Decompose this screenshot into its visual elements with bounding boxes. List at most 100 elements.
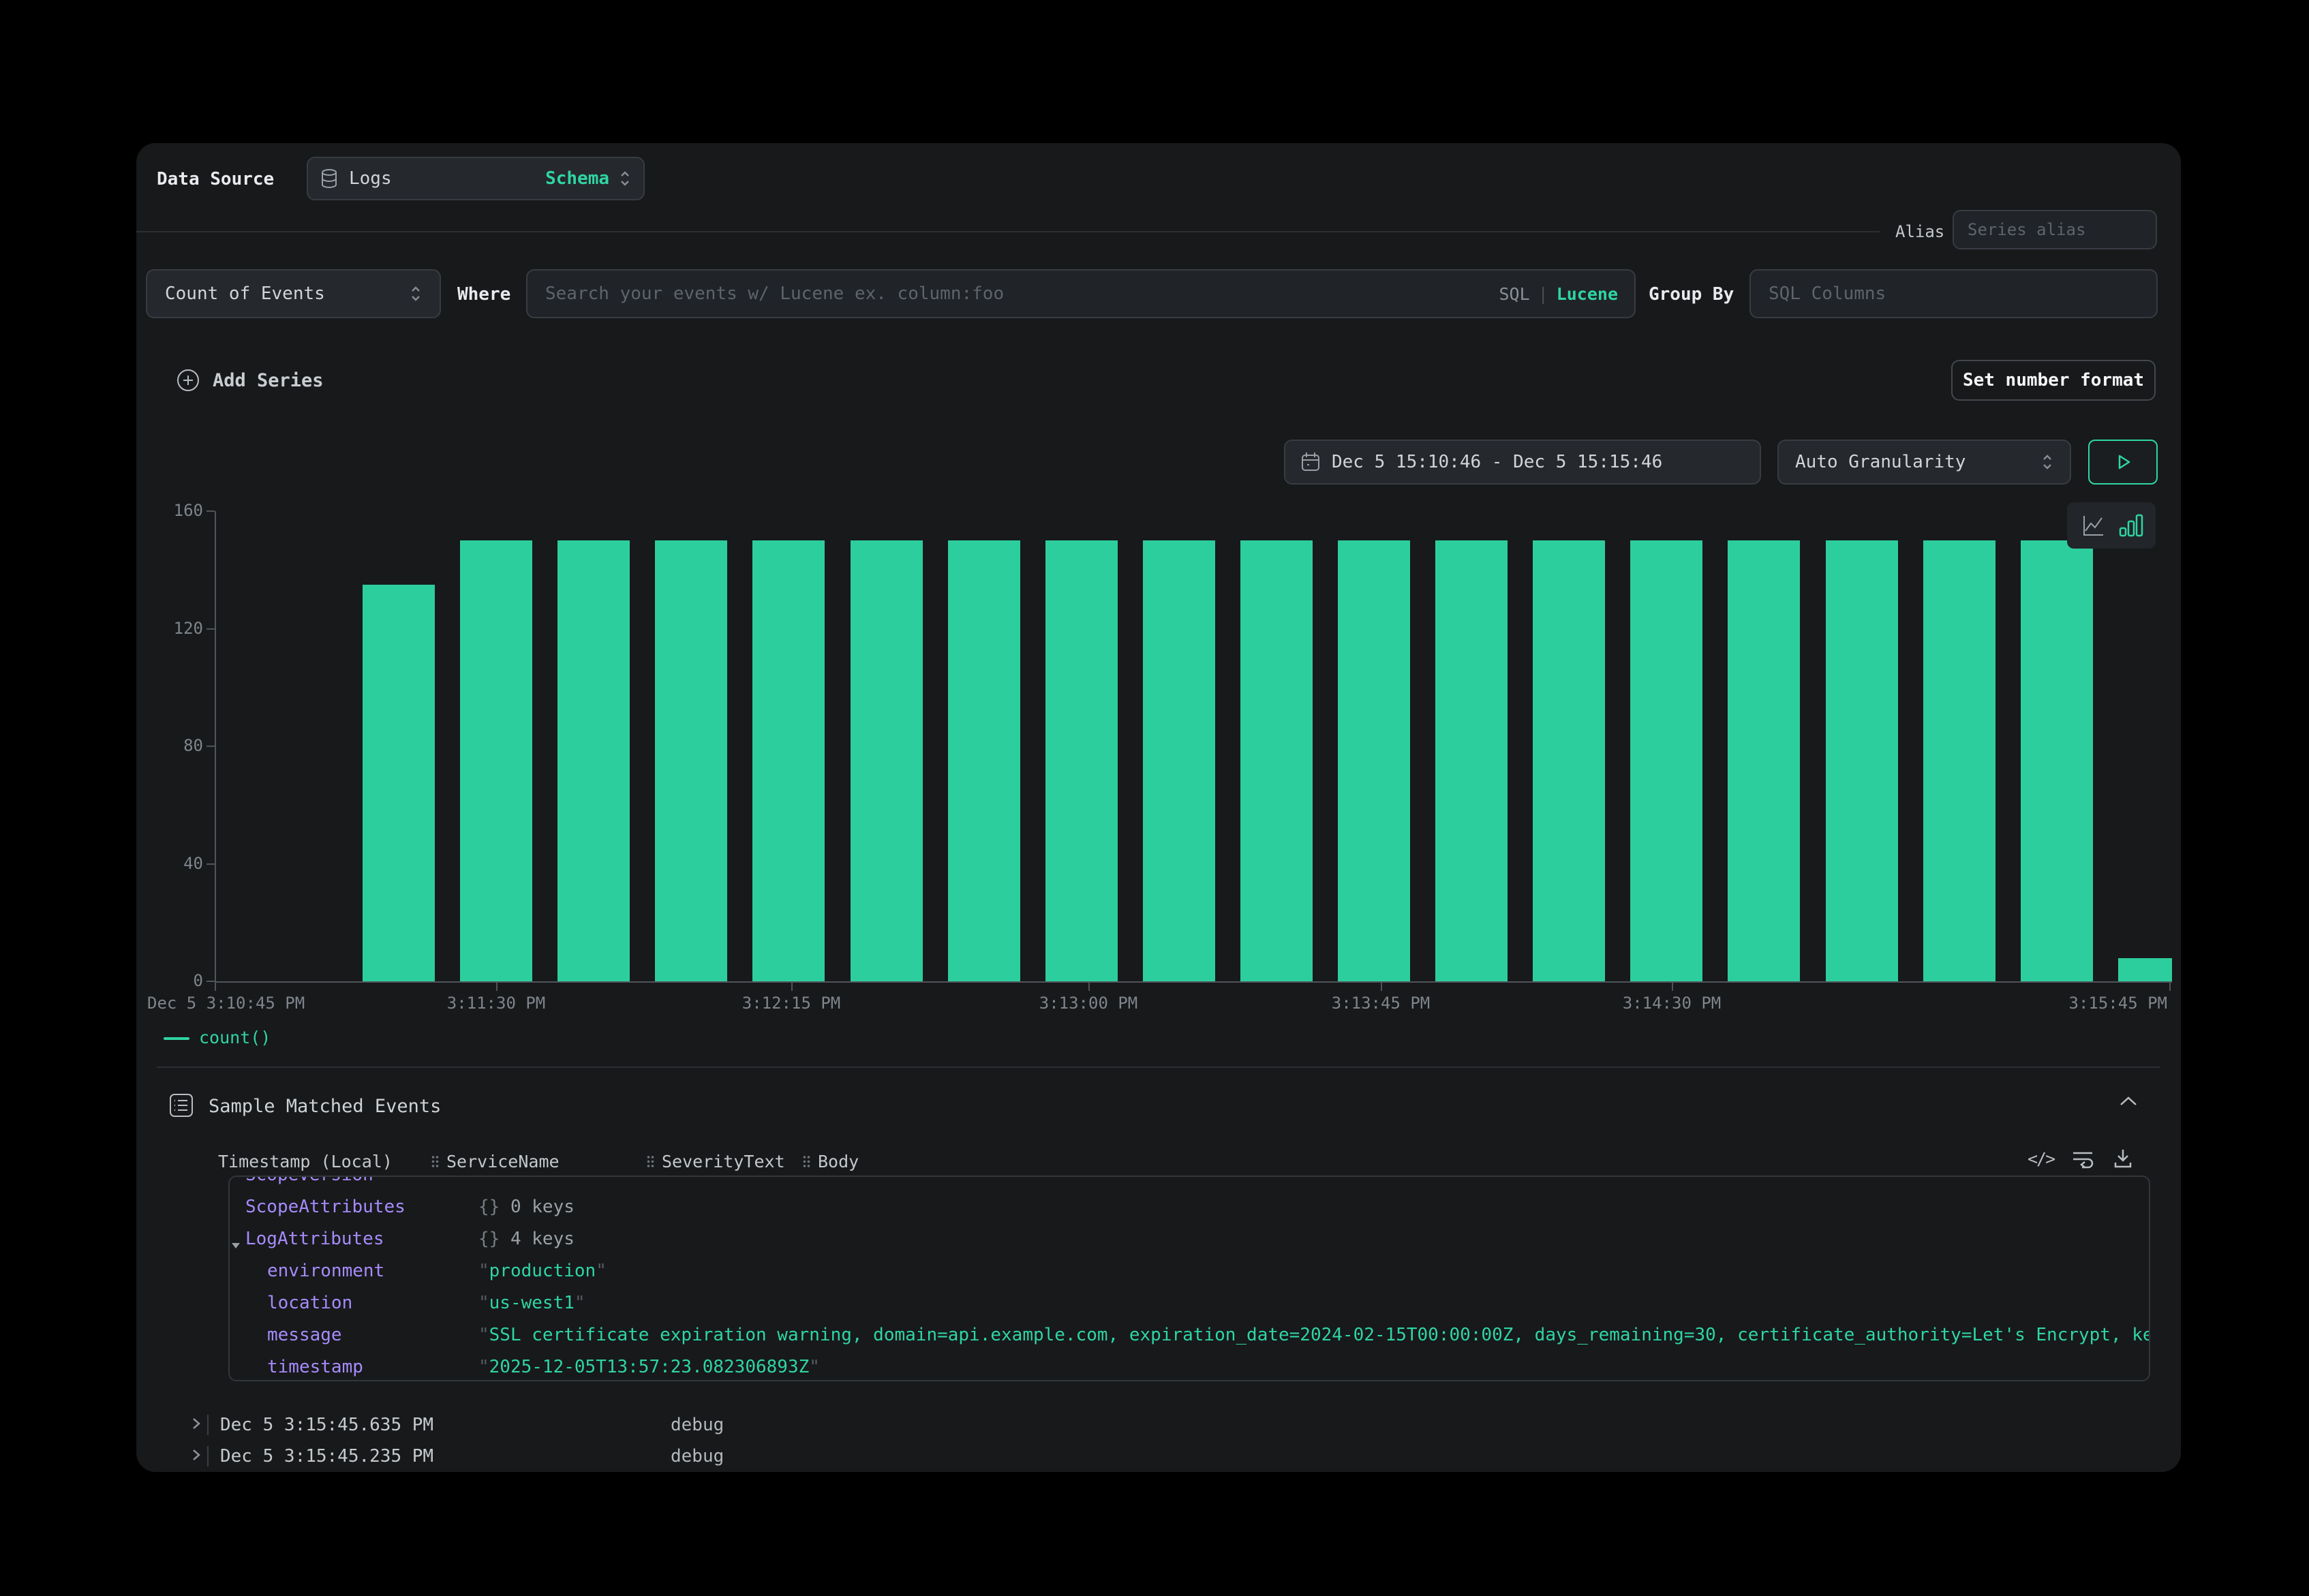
granularity-value: Auto Granularity	[1795, 452, 1966, 472]
chart-bar	[851, 540, 923, 981]
sql-toggle[interactable]: SQL	[1499, 284, 1529, 304]
where-label: Where	[457, 284, 510, 305]
group-by-label: Group By	[1649, 284, 1734, 305]
add-series-button[interactable]: Add Series	[176, 368, 324, 393]
lucene-toggle[interactable]: Lucene	[1557, 284, 1618, 304]
time-range-value: Dec 5 15:10:46 - Dec 5 15:15:46	[1332, 452, 1662, 472]
data-source-select[interactable]: Logs Schema	[307, 157, 645, 200]
x-axis-tick	[791, 983, 793, 991]
column-header[interactable]: Timestamp (Local)	[218, 1152, 393, 1171]
chart-bar	[1923, 540, 1995, 981]
granularity-select[interactable]: Auto Granularity	[1777, 440, 2071, 485]
attribute-value: "SSL certificate expiration warning, dom…	[478, 1325, 2150, 1345]
set-number-format-button[interactable]: Set number format	[1951, 360, 2156, 401]
data-source-value: Logs	[349, 168, 392, 189]
chart-explorer-card: Data Source Logs Schema Alias Count of E…	[136, 143, 2181, 1472]
plus-circle-icon	[176, 368, 200, 393]
attribute-key: location	[267, 1293, 352, 1313]
drag-handle-icon[interactable]	[802, 1155, 811, 1168]
attribute-value: "2025-12-05T13:57:23.082306893Z"	[478, 1357, 820, 1377]
time-range-picker[interactable]: Dec 5 15:10:46 - Dec 5 15:15:46	[1284, 440, 1761, 485]
bar-chart-plot[interactable]	[215, 511, 2172, 983]
event-timestamp: Dec 5 3:15:45.235 PM	[220, 1446, 433, 1467]
attribute-row[interactable]: ScopeVersion""	[230, 1176, 2149, 1197]
y-axis-tick	[207, 746, 215, 747]
column-header[interactable]: SeverityText	[646, 1152, 785, 1171]
y-axis-label: 0	[138, 971, 203, 990]
x-axis-tick	[1088, 983, 1090, 991]
language-toggle-divider: |	[1538, 284, 1548, 304]
group-by-input[interactable]	[1767, 283, 2140, 305]
chevron-updown-icon	[410, 283, 422, 304]
aggregation-select[interactable]: Count of Events	[146, 269, 441, 318]
collapse-icon[interactable]	[2116, 1093, 2141, 1109]
chart-bar	[2118, 958, 2172, 982]
attribute-row[interactable]: message"SSL certificate expiration warni…	[230, 1325, 2149, 1357]
chart-bar	[2021, 540, 2093, 981]
row-divider	[207, 1415, 209, 1435]
drag-handle-icon[interactable]	[431, 1155, 440, 1168]
legend-series-label[interactable]: count()	[199, 1028, 271, 1047]
chart-bar	[1630, 540, 1702, 981]
chart-bar	[363, 585, 435, 981]
alias-input[interactable]	[1966, 219, 2143, 240]
x-axis-tick	[2169, 983, 2171, 991]
y-axis-label: 80	[138, 736, 203, 755]
alias-label: Alias	[1895, 222, 1944, 241]
expand-row-icon[interactable]	[191, 1447, 202, 1466]
database-icon	[320, 168, 338, 189]
set-number-format-label: Set number format	[1963, 370, 2144, 390]
attribute-row[interactable]: location"us-west1"	[230, 1293, 2149, 1325]
attribute-value: ""	[478, 1176, 500, 1185]
drag-handle-icon[interactable]	[646, 1155, 655, 1168]
x-axis-label: 3:14:30 PM	[1623, 994, 1722, 1013]
chart-bar	[1826, 540, 1898, 981]
wrap-text-icon[interactable]	[2070, 1148, 2095, 1169]
attribute-row[interactable]: LogAttributes{} 4 keys	[230, 1229, 2149, 1261]
chart-bar	[1533, 540, 1605, 981]
search-input[interactable]	[544, 283, 1499, 305]
expand-row-icon[interactable]	[191, 1415, 202, 1434]
column-header-label: Body	[818, 1152, 859, 1171]
bar-chart-icon[interactable]	[2117, 512, 2143, 539]
y-axis-tick	[207, 863, 215, 865]
code-icon[interactable]: </>	[2028, 1149, 2054, 1169]
y-axis-tick	[207, 628, 215, 630]
x-axis-label: 3:13:00 PM	[1039, 994, 1138, 1013]
column-header-label: SeverityText	[662, 1152, 785, 1171]
section-divider	[157, 1066, 2160, 1068]
event-row[interactable]: Dec 5 3:15:45.635 PM debug	[191, 1409, 2154, 1441]
chart-bar	[1338, 540, 1410, 981]
chart-bar	[655, 540, 727, 981]
schema-link[interactable]: Schema	[545, 168, 609, 189]
x-axis-tick	[1672, 983, 1673, 991]
expanded-triangle-icon[interactable]	[231, 1234, 241, 1255]
run-query-button[interactable]	[2088, 440, 2158, 485]
attribute-key: environment	[267, 1261, 384, 1281]
attribute-row[interactable]: timestamp"2025-12-05T13:57:23.082306893Z…	[230, 1357, 2149, 1381]
alias-divider	[136, 231, 1880, 232]
attribute-row[interactable]: ScopeAttributes {} 0 keys	[230, 1197, 2149, 1229]
add-series-label: Add Series	[213, 370, 324, 391]
event-row[interactable]: Dec 5 3:15:45.235 PMdebug	[191, 1441, 2154, 1472]
chart-bar	[948, 540, 1020, 981]
x-axis-label: 3:11:30 PM	[447, 994, 546, 1013]
play-icon	[2112, 451, 2134, 473]
event-timestamp: Dec 5 3:15:45.635 PM	[220, 1415, 433, 1435]
download-icon[interactable]	[2111, 1148, 2135, 1169]
data-source-label: Data Source	[157, 169, 274, 189]
column-header[interactable]: Body	[802, 1152, 859, 1171]
chevron-updown-icon	[2041, 452, 2053, 472]
x-axis-tick	[215, 983, 216, 991]
search-box: SQL | Lucene	[526, 269, 1636, 318]
attribute-value: {} 0 keys	[478, 1197, 575, 1217]
chart-type-toggle	[2067, 502, 2156, 549]
attribute-row[interactable]: environment"production"	[230, 1261, 2149, 1293]
line-chart-icon[interactable]	[2079, 512, 2107, 539]
chart-bar	[752, 540, 825, 981]
y-axis-label: 120	[138, 619, 203, 638]
column-header[interactable]: ServiceName	[431, 1152, 560, 1171]
chart-bar	[1435, 540, 1508, 981]
attribute-key: ScopeAttributes	[245, 1197, 406, 1217]
event-severity: debug	[671, 1415, 724, 1435]
